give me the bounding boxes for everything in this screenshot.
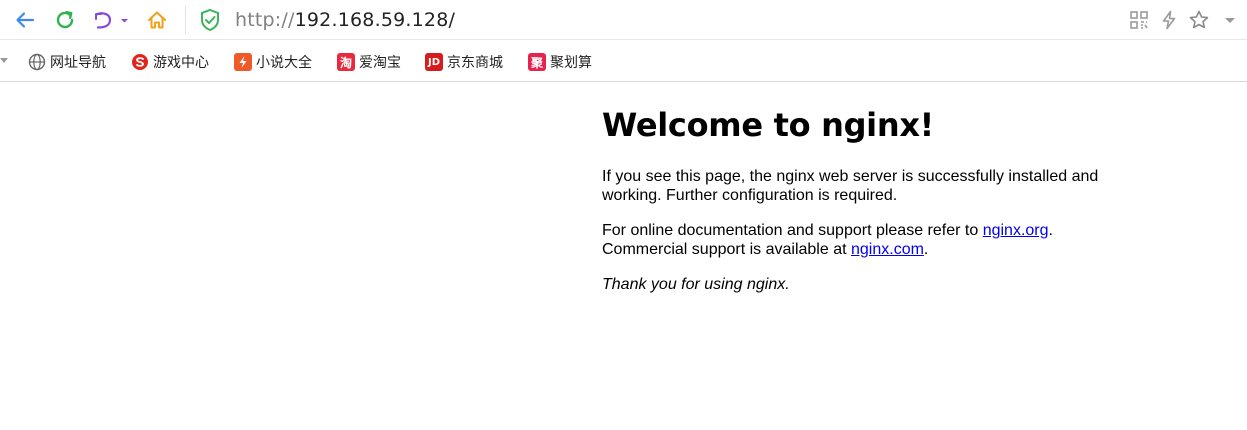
star-bookmark-icon[interactable] [1187,8,1211,32]
address-bar[interactable]: http://192.168.59.128/ [235,8,455,32]
toolbar-divider [185,6,186,34]
bookmark-item[interactable]: 聚 聚划算 [528,51,592,73]
reload-icon[interactable] [51,6,79,34]
bookmarks-bar: 网址导航 游戏中心 小说大全 淘 爱淘宝 JD 京东商城 聚 聚划算 [0,41,1247,82]
novel-logo-icon [234,53,252,71]
commercial-support-text: Commercial support is available at [602,241,851,258]
back-arrow-icon[interactable] [11,6,39,34]
bookmark-label: 京东商城 [447,55,503,71]
bookmark-item[interactable]: 小说大全 [234,51,312,73]
nginx-com-link[interactable]: nginx.com [851,241,924,258]
home-icon[interactable] [143,6,171,34]
thanks-paragraph: Thank you for using nginx. [602,275,1122,294]
shield-check-icon[interactable] [199,8,221,32]
nginx-org-link[interactable]: nginx.org [983,222,1049,239]
bookmark-item[interactable]: 网址导航 [28,51,106,73]
support-text-period: . [1048,222,1053,239]
game-logo-icon [131,53,149,71]
support-paragraph: For online documentation and support ple… [602,221,1122,259]
bookmark-label: 爱淘宝 [359,55,401,71]
taobao-logo-icon: 淘 [337,53,355,71]
undo-close-tab-button[interactable] [90,6,130,34]
bookmark-label: 网址导航 [50,55,106,71]
bookmark-item[interactable]: JD 京东商城 [425,51,503,73]
intro-paragraph: If you see this page, the nginx web serv… [602,168,1099,204]
bookmark-item[interactable]: 游戏中心 [131,51,209,73]
support-text: For online documentation and support ple… [602,222,983,239]
bookmarks-overflow-chevron-icon[interactable] [0,58,8,63]
bookmark-label: 小说大全 [256,55,312,71]
browser-toolbar: http://192.168.59.128/ [0,0,1247,40]
url-protocol: http:// [235,9,295,31]
url-host: 192.168.59.128/ [294,9,456,31]
thanks-text: Thank you for using nginx. [602,276,790,293]
bookmark-item[interactable]: 淘 爱淘宝 [337,51,401,73]
page-title: Welcome to nginx! [602,106,934,144]
menu-chevron-down-icon[interactable] [1218,8,1242,32]
commercial-support-period: . [923,241,929,258]
juhuasuan-logo-icon: 聚 [528,53,546,71]
lightning-icon[interactable] [1157,8,1181,32]
globe-icon [28,53,46,71]
qr-code-icon[interactable] [1127,8,1151,32]
page-content: Welcome to nginx! If you see this page, … [602,100,1122,294]
bookmark-label: 聚划算 [550,55,592,71]
jd-logo-icon: JD [425,53,443,71]
bookmark-label: 游戏中心 [153,55,209,71]
